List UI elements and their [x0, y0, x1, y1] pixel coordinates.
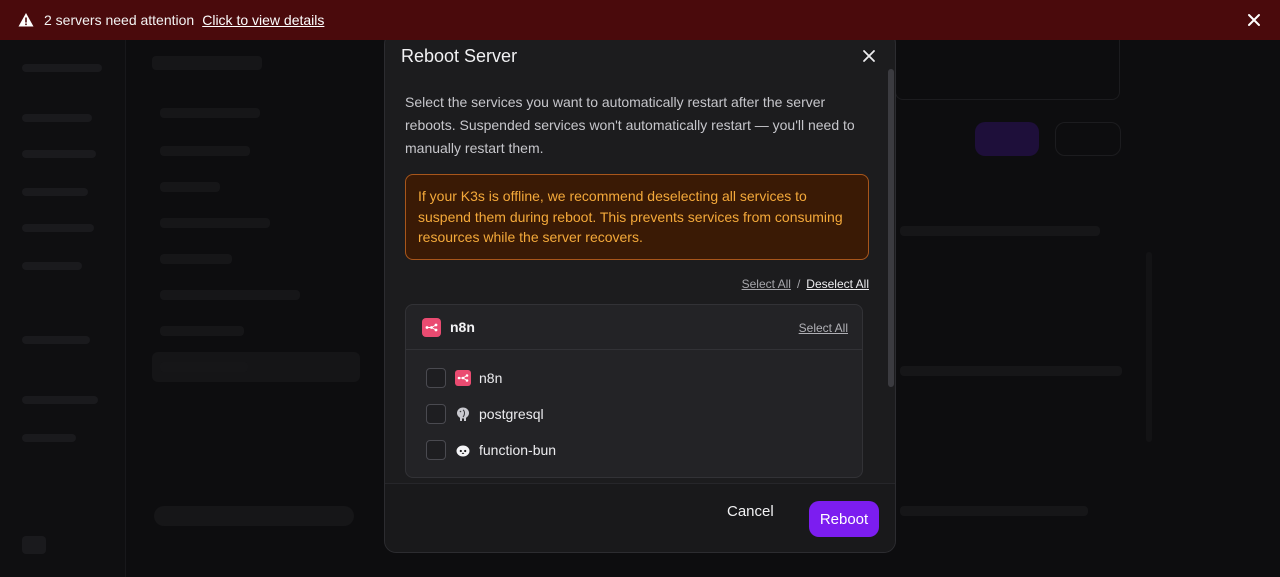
dialog-scrollbar[interactable]	[888, 69, 894, 387]
dialog-description: Select the services you want to automati…	[405, 94, 855, 156]
service-group-name: n8n	[450, 319, 475, 335]
banner-close-icon[interactable]	[1246, 12, 1262, 28]
banner-message: 2 servers need attention	[44, 12, 195, 28]
service-checkbox[interactable]	[426, 368, 446, 388]
deselect-all-link[interactable]: Deselect All	[806, 277, 869, 291]
dialog-header: Reboot Server	[385, 33, 895, 81]
warning-triangle-icon	[18, 13, 34, 27]
dialog-footer: Cancel Reboot	[385, 483, 895, 552]
n8n-icon	[455, 370, 471, 386]
offline-warning-alert: If your K3s is offline, we recommend des…	[405, 174, 869, 260]
service-row-function-bun[interactable]: function-bun	[426, 439, 556, 461]
group-select-all-link[interactable]: Select All	[799, 321, 848, 335]
service-group-header: n8n Select All	[406, 305, 862, 350]
bg-sidebar	[140, 40, 370, 577]
attention-banner: 2 servers need attention Click to view d…	[0, 0, 1280, 40]
reboot-button[interactable]: Reboot	[809, 501, 879, 537]
link-separator: /	[796, 277, 801, 291]
bulk-select-links: Select All / Deselect All	[742, 277, 869, 291]
service-label: postgresql	[479, 406, 544, 422]
bg-rail	[0, 40, 126, 577]
cancel-button[interactable]: Cancel	[727, 503, 774, 520]
service-group-n8n: n8n Select All n8n postgresql function-b…	[405, 304, 863, 478]
bun-icon	[455, 442, 471, 458]
dialog-title: Reboot Server	[401, 46, 518, 66]
service-row-n8n[interactable]: n8n	[426, 367, 502, 389]
close-icon[interactable]	[862, 49, 876, 63]
service-checkbox[interactable]	[426, 404, 446, 424]
postgresql-elephant-icon	[455, 406, 471, 422]
n8n-icon	[422, 318, 441, 337]
dialog-body: Select the services you want to automati…	[405, 91, 869, 478]
view-details-link[interactable]: Click to view details	[202, 12, 324, 28]
select-all-link[interactable]: Select All	[742, 277, 791, 291]
service-label: n8n	[479, 370, 503, 386]
reboot-server-dialog: Reboot Server Select the services you wa…	[384, 32, 896, 553]
service-row-postgresql[interactable]: postgresql	[426, 403, 544, 425]
service-checkbox[interactable]	[426, 440, 446, 460]
service-label: function-bun	[479, 442, 557, 458]
